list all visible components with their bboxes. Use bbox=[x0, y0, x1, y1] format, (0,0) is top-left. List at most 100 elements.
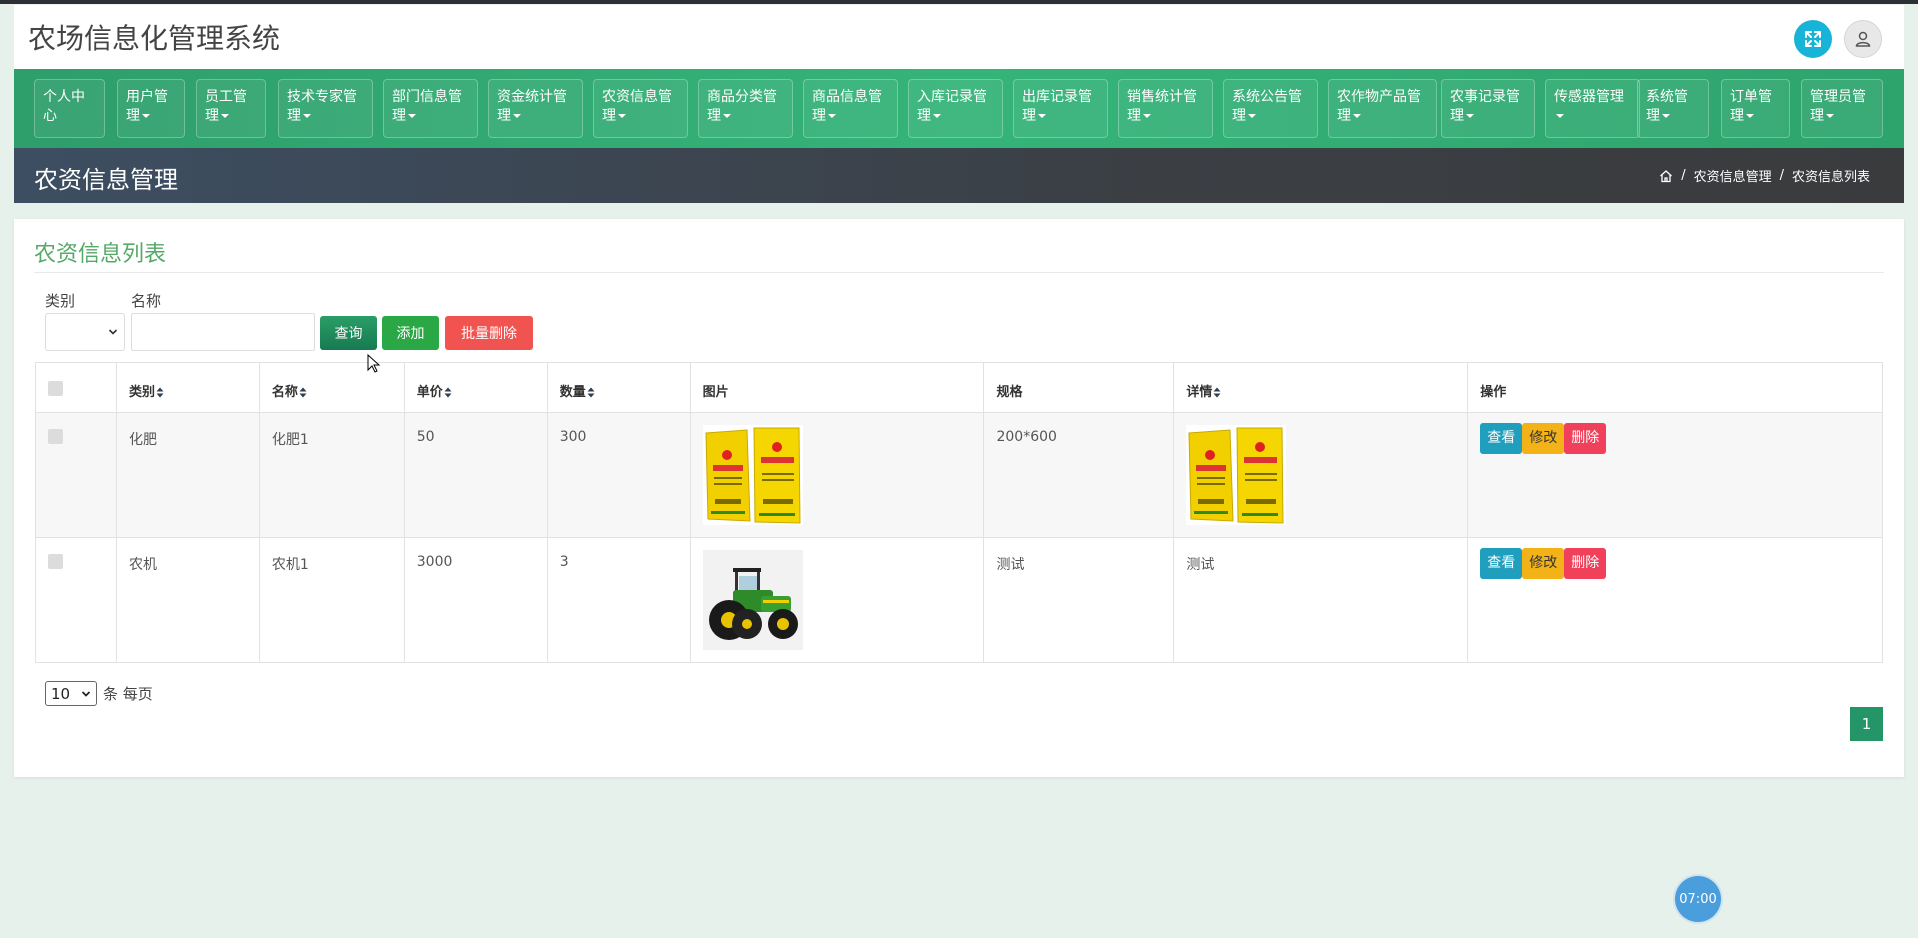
nav-label: 用户管理 bbox=[126, 89, 168, 124]
chevron-down-icon bbox=[723, 114, 731, 118]
timer-badge[interactable]: 07:00 bbox=[1675, 876, 1721, 922]
nav-label: 销售统计管理 bbox=[1127, 89, 1197, 124]
select-all-cell bbox=[35, 362, 117, 413]
fertilizer-bags-image[interactable] bbox=[1186, 425, 1287, 525]
column-header-image: 图片 bbox=[689, 362, 985, 413]
page-size-value: 10 bbox=[51, 684, 71, 703]
fullscreen-button[interactable] bbox=[1794, 20, 1832, 58]
chevron-down-icon bbox=[142, 114, 150, 118]
nav-label: 部门信息管理 bbox=[392, 89, 462, 124]
nav-item-funds[interactable]: 资金统计管理 bbox=[488, 79, 583, 138]
chevron-down-icon bbox=[1353, 114, 1361, 118]
cell-actions: 查看 修改 删除 bbox=[1467, 537, 1883, 663]
sort-icon bbox=[156, 387, 164, 398]
nav-label: 个人中心 bbox=[43, 89, 85, 124]
cell-spec: 测试 bbox=[983, 537, 1175, 663]
divider bbox=[34, 272, 1884, 273]
cell-spec: 200*600 bbox=[983, 412, 1175, 538]
nav-item-agri-supplies[interactable]: 农资信息管理 bbox=[593, 79, 688, 138]
chevron-down-icon bbox=[933, 114, 941, 118]
cell-category: 化肥 bbox=[115, 412, 260, 538]
edit-button[interactable]: 修改 bbox=[1522, 423, 1565, 454]
nav-item-stock-in[interactable]: 入库记录管理 bbox=[908, 79, 1003, 138]
page-1-button[interactable]: 1 bbox=[1850, 707, 1883, 741]
nav-item-sales-stats[interactable]: 销售统计管理 bbox=[1118, 79, 1213, 138]
column-header-actions: 操作 bbox=[1467, 362, 1883, 413]
cell-actions: 查看 修改 删除 bbox=[1467, 412, 1883, 538]
column-header-spec: 规格 bbox=[983, 362, 1175, 413]
name-input[interactable] bbox=[131, 313, 315, 351]
chevron-down-icon bbox=[1143, 114, 1151, 118]
fertilizer-bags-image[interactable] bbox=[702, 425, 803, 525]
bulk-delete-button[interactable]: 批量删除 bbox=[445, 316, 533, 350]
add-button[interactable]: 添加 bbox=[382, 316, 439, 350]
column-header-name[interactable]: 名称 bbox=[258, 362, 405, 413]
category-select[interactable] bbox=[45, 313, 125, 351]
nav-item-crop-products[interactable]: 农作物产品管理 bbox=[1328, 79, 1437, 138]
sort-icon bbox=[299, 387, 307, 398]
app-title: 农场信息化管理系统 bbox=[28, 22, 281, 55]
tractor-image[interactable] bbox=[702, 550, 803, 650]
panel-title: 农资信息列表 bbox=[34, 242, 167, 267]
view-button[interactable]: 查看 bbox=[1480, 548, 1523, 579]
chevron-down-icon bbox=[828, 114, 836, 118]
nav-item-users[interactable]: 用户管理 bbox=[117, 79, 185, 138]
nav-item-admins[interactable]: 管理员管理 bbox=[1801, 79, 1883, 138]
delete-button[interactable]: 删除 bbox=[1564, 548, 1607, 579]
chevron-down-icon bbox=[108, 329, 118, 335]
edit-button[interactable]: 修改 bbox=[1522, 548, 1565, 579]
chevron-down-icon bbox=[408, 114, 416, 118]
column-header-quantity[interactable]: 数量 bbox=[546, 362, 691, 413]
chevron-down-icon bbox=[1038, 114, 1046, 118]
nav-item-product-categories[interactable]: 商品分类管理 bbox=[698, 79, 793, 138]
content-panel: 农资信息列表 类别 名称 查询 添加 批量删除 类别 名称 单价 数量 图片 规… bbox=[14, 219, 1904, 777]
nav-item-farm-records[interactable]: 农事记录管理 bbox=[1441, 79, 1535, 138]
chevron-down-icon bbox=[81, 690, 91, 697]
nav-label: 出库记录管理 bbox=[1022, 89, 1092, 124]
nav-item-departments[interactable]: 部门信息管理 bbox=[383, 79, 478, 138]
cell-detail bbox=[1173, 412, 1469, 538]
user-menu-button[interactable] bbox=[1844, 20, 1882, 58]
home-icon[interactable] bbox=[1659, 169, 1673, 183]
nav-label: 员工管理 bbox=[205, 89, 247, 124]
nav-item-experts[interactable]: 技术专家管理 bbox=[278, 79, 373, 138]
row-checkbox[interactable] bbox=[48, 554, 63, 569]
column-header-price[interactable]: 单价 bbox=[403, 362, 548, 413]
page-title: 农资信息管理 bbox=[34, 166, 178, 194]
per-page-label: 条 每页 bbox=[103, 685, 153, 703]
page-size-select[interactable]: 10 bbox=[45, 681, 97, 706]
column-header-label: 类别 bbox=[128, 385, 155, 400]
page-banner: 农资信息管理 / 农资信息管理 / 农资信息列表 bbox=[14, 148, 1904, 203]
nav-item-system[interactable]: 系统管理 bbox=[1637, 79, 1709, 138]
query-button[interactable]: 查询 bbox=[320, 316, 377, 350]
nav-label: 入库记录管理 bbox=[917, 89, 987, 124]
table-row: 农机 农机1 3000 3 测试 测试 查看 修改 删除 bbox=[35, 537, 1883, 663]
breadcrumb-separator: / bbox=[1779, 168, 1784, 183]
view-button[interactable]: 查看 bbox=[1480, 423, 1523, 454]
nav-item-personal-center[interactable]: 个人中心 bbox=[34, 79, 105, 138]
cell-name: 化肥1 bbox=[258, 412, 405, 538]
column-header-detail[interactable]: 详情 bbox=[1173, 362, 1469, 413]
nav-item-orders[interactable]: 订单管理 bbox=[1721, 79, 1790, 138]
nav-label: 传感器管理 bbox=[1554, 89, 1624, 105]
column-header-label: 数量 bbox=[559, 385, 586, 400]
nav-item-staff[interactable]: 员工管理 bbox=[196, 79, 266, 138]
nav-item-sensors[interactable]: 传感器管理 bbox=[1545, 79, 1640, 138]
nav-label: 商品信息管理 bbox=[812, 89, 882, 124]
fullscreen-icon bbox=[1805, 31, 1821, 47]
column-header-label: 单价 bbox=[416, 385, 443, 400]
select-all-checkbox[interactable] bbox=[48, 381, 63, 396]
breadcrumb-separator: / bbox=[1681, 168, 1686, 183]
cell-quantity: 300 bbox=[546, 412, 691, 538]
row-checkbox[interactable] bbox=[48, 429, 63, 444]
name-filter-label: 名称 bbox=[131, 292, 162, 310]
nav-item-products[interactable]: 商品信息管理 bbox=[803, 79, 898, 138]
breadcrumb-item-module[interactable]: 农资信息管理 bbox=[1694, 166, 1772, 185]
column-header-category[interactable]: 类别 bbox=[115, 362, 260, 413]
nav-item-stock-out[interactable]: 出库记录管理 bbox=[1013, 79, 1108, 138]
sort-icon bbox=[587, 387, 595, 398]
mouse-cursor-icon bbox=[367, 354, 381, 373]
delete-button[interactable]: 删除 bbox=[1564, 423, 1607, 454]
nav-item-announcements[interactable]: 系统公告管理 bbox=[1223, 79, 1318, 138]
sort-icon bbox=[444, 387, 452, 398]
